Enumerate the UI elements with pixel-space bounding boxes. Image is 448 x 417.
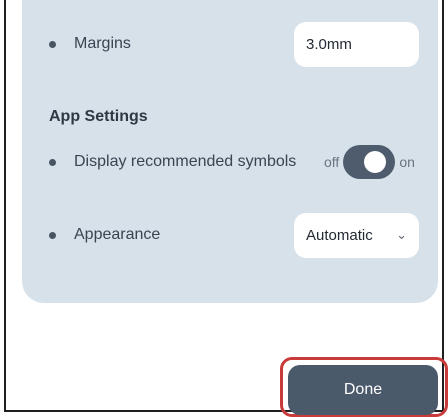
done-label: Done: [343, 381, 383, 398]
symbols-toggle-group: off on: [324, 145, 415, 179]
appearance-value: Automatic: [306, 226, 373, 244]
toggle-knob: [364, 151, 387, 173]
toggle-off-label: off: [324, 154, 340, 170]
dialog-frame: Margins 3.0mm App Settings Display recom…: [4, 0, 444, 412]
toggle-on-label: on: [399, 154, 415, 170]
app-settings-heading: App Settings: [49, 108, 148, 125]
appearance-select[interactable]: Automatic ⌄: [294, 212, 419, 258]
dot-icon: [49, 40, 56, 48]
appearance-label: Appearance: [74, 226, 161, 243]
chevron-down-icon: ⌄: [396, 227, 407, 242]
margins-value: 3.0mm: [306, 35, 352, 53]
appearance-row: Appearance Automatic ⌄: [22, 212, 438, 258]
dot-icon: [49, 231, 56, 239]
symbols-row: Display recommended symbols off on: [22, 139, 438, 185]
settings-panel: Margins 3.0mm App Settings Display recom…: [22, 0, 438, 303]
symbols-label: Display recommended symbols: [74, 153, 297, 170]
dot-icon: [49, 158, 56, 166]
margins-input[interactable]: 3.0mm: [294, 21, 419, 67]
margins-row: Margins 3.0mm: [22, 21, 438, 67]
margins-label: Margins: [74, 35, 131, 52]
done-button[interactable]: Done: [288, 365, 438, 415]
symbols-toggle[interactable]: [343, 145, 396, 179]
